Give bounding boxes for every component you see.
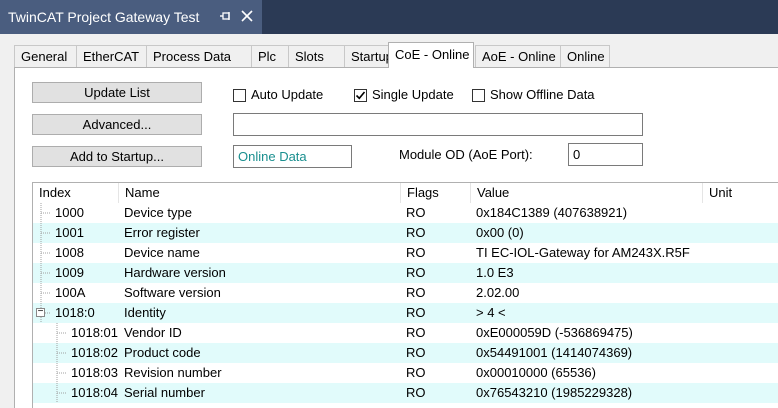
row-name: Revision number <box>124 365 222 380</box>
row-flags: RO <box>406 345 426 360</box>
row-name: Software version <box>124 285 221 300</box>
advanced-button[interactable]: Advanced... <box>32 114 202 135</box>
row-name: Device type <box>124 205 192 220</box>
row-value: TI EC-IOL-Gateway for AM243X.R5F <box>476 245 690 260</box>
tab-aoe-online[interactable]: AoE - Online <box>475 45 561 67</box>
row-index: 1018:02 <box>71 345 118 360</box>
row-index: 1018:04 <box>71 385 118 400</box>
tab-online[interactable]: Online <box>560 45 610 67</box>
show-offline-data-box[interactable] <box>472 89 485 102</box>
collapse-icon[interactable]: − <box>36 307 45 317</box>
table-row[interactable]: 1001 Error register RO 0x00 (0) <box>33 223 778 243</box>
row-flags: RO <box>406 385 426 400</box>
pin-icon[interactable] <box>218 9 232 23</box>
document-tab[interactable]: TwinCAT Project Gateway Test <box>0 0 262 34</box>
row-index: 1018:03 <box>71 365 118 380</box>
list-header: Index Name Flags Value Unit <box>33 183 778 203</box>
table-row[interactable]: 100A Software version RO 2.02.00 <box>33 283 778 303</box>
coe-online-panel: General EtherCAT Process Data Plc Slots … <box>0 34 778 408</box>
show-offline-data-checkbox[interactable]: Show Offline Data <box>472 87 595 105</box>
row-flags: RO <box>406 325 426 340</box>
row-name: Device name <box>124 245 200 260</box>
column-header-unit[interactable]: Unit <box>703 183 778 203</box>
table-row[interactable]: 1018:03 Revision number RO 0x00010000 (6553… <box>33 363 778 383</box>
update-list-button[interactable]: Update List <box>32 82 202 103</box>
tree-connector <box>56 323 67 343</box>
online-data-field: Online Data <box>233 145 352 168</box>
row-flags: RO <box>406 365 426 380</box>
row-value: 0x184C1389 (407638921) <box>476 205 628 220</box>
tree-connector <box>56 383 67 403</box>
module-od-input[interactable]: 0 <box>568 143 643 166</box>
window-title: TwinCAT Project Gateway Test <box>8 9 200 25</box>
row-name: Vendor ID <box>124 325 182 340</box>
row-value: > 4 < <box>476 305 506 320</box>
row-value: 0x54491001 (1414074369) <box>476 345 633 360</box>
row-flags: RO <box>406 245 426 260</box>
tab-strip: General EtherCAT Process Data Plc Slots … <box>14 42 778 68</box>
close-icon[interactable] <box>240 9 254 23</box>
row-index: 1018:01 <box>71 325 118 340</box>
checkmark-icon <box>355 91 366 100</box>
row-name: Error register <box>124 225 200 240</box>
table-row[interactable]: 1008 Device name RO TI EC-IOL-Gateway for A… <box>33 243 778 263</box>
column-header-flags[interactable]: Flags <box>401 183 471 203</box>
show-offline-data-label: Show Offline Data <box>490 87 595 102</box>
add-to-startup-button[interactable]: Add to Startup... <box>32 146 202 167</box>
tree-connector <box>56 363 67 383</box>
column-header-name[interactable]: Name <box>119 183 401 203</box>
row-flags: RO <box>406 225 426 240</box>
row-name: Hardware version <box>124 265 226 280</box>
tab-slots[interactable]: Slots <box>288 45 345 67</box>
row-index: 1001 <box>55 225 84 240</box>
row-name: Identity <box>124 305 166 320</box>
row-flags: RO <box>406 285 426 300</box>
row-index: 1008 <box>55 245 84 260</box>
row-value: 1.0 E3 <box>476 265 514 280</box>
row-index: 1018:0 <box>55 305 95 320</box>
row-flags: RO <box>406 265 426 280</box>
table-row[interactable]: 1009 Hardware version RO 1.0 E3 <box>33 263 778 283</box>
object-dictionary-list[interactable]: Index Name Flags Value Unit 1000 Device t… <box>32 182 778 408</box>
tab-plc[interactable]: Plc <box>251 45 289 67</box>
single-update-checkbox[interactable]: Single Update <box>354 87 454 105</box>
row-index: 100A <box>55 285 86 300</box>
column-header-value[interactable]: Value <box>471 183 703 203</box>
row-name: Product code <box>124 345 201 360</box>
single-update-label: Single Update <box>372 87 454 102</box>
table-row[interactable]: 1000 Device type RO 0x184C1389 (407638921) <box>33 203 778 223</box>
row-index: 1009 <box>55 265 84 280</box>
row-value: 0x00010000 (65536) <box>476 365 596 380</box>
column-header-index[interactable]: Index <box>33 183 119 203</box>
row-value: 0xE000059D (-536869475) <box>476 325 633 340</box>
info-field[interactable] <box>233 113 643 136</box>
table-row[interactable]: 1018:01 Vendor ID RO 0xE000059D (-536869475… <box>33 323 778 343</box>
auto-update-label: Auto Update <box>251 87 324 102</box>
row-index: 1000 <box>55 205 84 220</box>
tab-coe-online[interactable]: CoE - Online <box>388 42 474 68</box>
row-name: Serial number <box>124 385 205 400</box>
row-value: 0x76543210 (1985229328) <box>476 385 633 400</box>
row-flags: RO <box>406 205 426 220</box>
auto-update-box[interactable] <box>233 89 246 102</box>
single-update-box[interactable] <box>354 89 367 102</box>
table-row[interactable]: −1018:0 Identity RO > 4 < <box>33 303 778 323</box>
row-flags: RO <box>406 305 426 320</box>
row-value: 0x00 (0) <box>476 225 524 240</box>
row-value: 2.02.00 <box>476 285 520 300</box>
title-bar: TwinCAT Project Gateway Test <box>0 0 778 34</box>
tab-ethercat[interactable]: EtherCAT <box>76 45 147 67</box>
table-row[interactable]: 1018:02 Product code RO 0x54491001 (1414074… <box>33 343 778 363</box>
module-od-label: Module OD (AoE Port): <box>399 147 533 162</box>
tab-process-data[interactable]: Process Data <box>146 45 252 67</box>
tree-connector <box>56 343 67 363</box>
auto-update-checkbox[interactable]: Auto Update <box>233 87 323 105</box>
tab-general[interactable]: General <box>14 45 77 67</box>
table-row[interactable]: 1018:04 Serial number RO 0x76543210 (198522… <box>33 383 778 403</box>
